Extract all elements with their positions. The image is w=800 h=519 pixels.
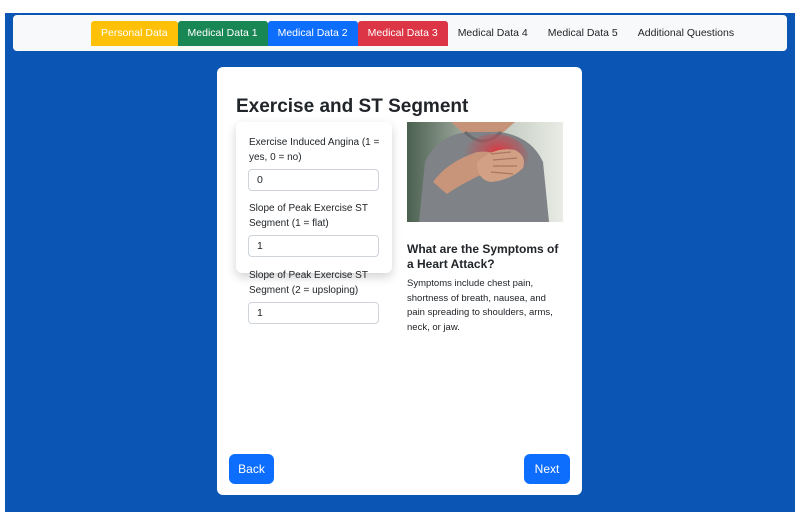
page-title: Exercise and ST Segment [236, 96, 469, 117]
tab-additional-questions[interactable]: Additional Questions [628, 21, 744, 46]
tab-medical-data-2[interactable]: Medical Data 2 [267, 21, 358, 46]
tab-personal-data[interactable]: Personal Data [91, 21, 178, 46]
heart-attack-photo [407, 122, 563, 222]
tab-medical-data-1[interactable]: Medical Data 1 [177, 21, 268, 46]
tab-medical-data-5[interactable]: Medical Data 5 [538, 21, 628, 46]
slope-flat-label: Slope of Peak Exercise ST Segment (1 = f… [249, 203, 368, 229]
info-text: Symptoms include chest pain, shortness o… [407, 278, 553, 333]
slope-flat-input[interactable] [248, 235, 379, 257]
back-button[interactable]: Back [229, 454, 274, 484]
angina-label: Exercise Induced Angina (1 = yes, 0 = no… [249, 137, 380, 163]
tab-medical-data-3[interactable]: Medical Data 3 [357, 21, 448, 46]
slope-upsloping-input[interactable] [248, 302, 379, 324]
next-button[interactable]: Next [524, 454, 570, 484]
tab-medical-data-4[interactable]: Medical Data 4 [448, 21, 538, 46]
info-heading: What are the Symptoms of a Heart Attack? [407, 242, 559, 271]
angina-input[interactable] [248, 169, 379, 191]
slope-upsloping-label: Slope of Peak Exercise ST Segment (2 = u… [249, 270, 368, 296]
step-tabs: Personal Data Medical Data 1 Medical Dat… [91, 21, 744, 46]
